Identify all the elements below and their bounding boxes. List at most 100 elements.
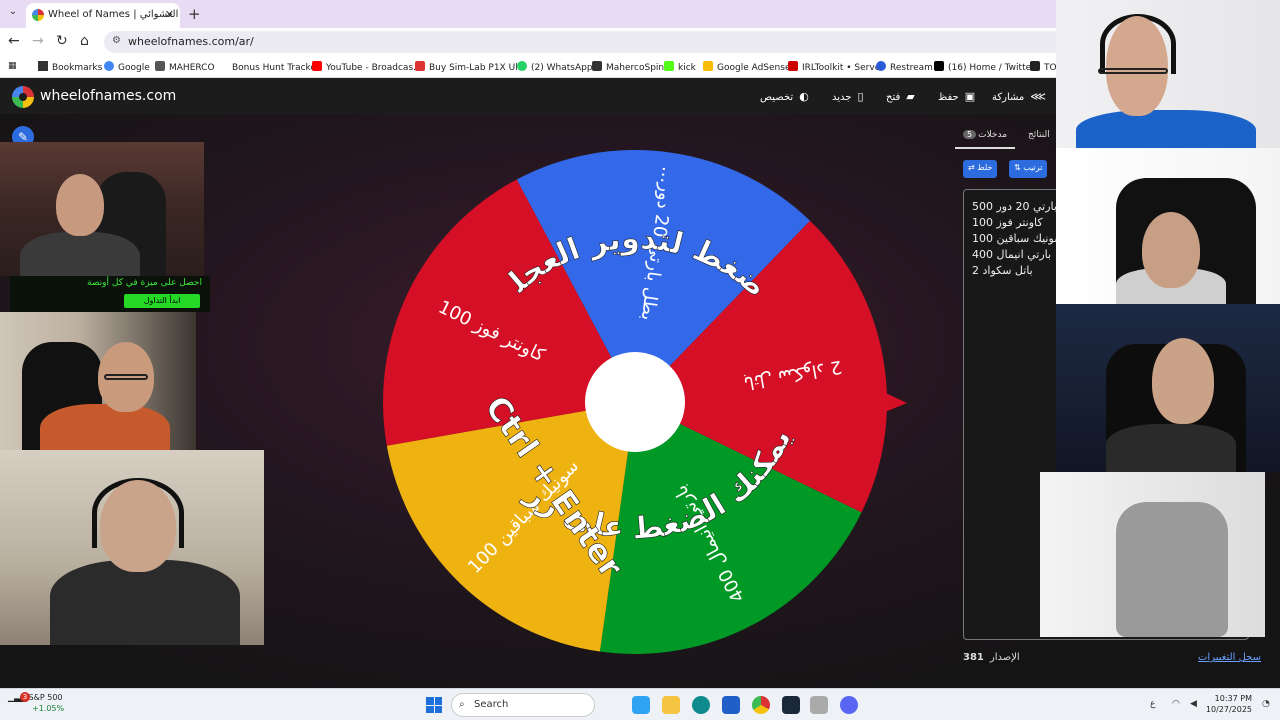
- panel-tabs: 5 مدخلات النتائج: [955, 128, 1055, 144]
- sort-button[interactable]: ⇅ ترتيب: [1009, 160, 1048, 178]
- taskbar-search[interactable]: ⌕ Search: [451, 693, 595, 717]
- tab-list-chevron-icon[interactable]: ⌄: [5, 6, 21, 22]
- person-body: [50, 560, 240, 645]
- new-button[interactable]: جديد ▯: [832, 90, 864, 103]
- whatsapp-icon: [517, 61, 527, 71]
- wheel-center-hub[interactable]: [585, 352, 685, 452]
- bookmark-item[interactable]: kick: [664, 61, 696, 73]
- webcam-feed-streamer-1: [0, 142, 204, 276]
- webcam-feed-streamer-3: [0, 450, 264, 645]
- bookmark-item[interactable]: Google AdSense: [703, 61, 791, 73]
- webcam-feed-streamer-6: [1056, 304, 1280, 472]
- share-button[interactable]: مشاركة ⋘: [992, 90, 1046, 103]
- kick-icon: [664, 61, 674, 71]
- home-icon[interactable]: ⌂: [80, 33, 89, 49]
- save-icon: ▣: [964, 90, 976, 103]
- entry-line: بارتي انيمال 400: [972, 248, 1052, 261]
- windows-start-icon[interactable]: [426, 697, 442, 713]
- open-button[interactable]: فتح ▰: [886, 90, 915, 103]
- bookmark-item[interactable]: Restream: [876, 61, 933, 73]
- tab-title: Wheel of Names | اسم العشوائي: [48, 9, 180, 20]
- shuffle-button[interactable]: ⇄ خلط: [963, 160, 998, 178]
- shop-icon: [415, 61, 425, 71]
- wheel-logo-icon[interactable]: [12, 86, 34, 108]
- calculator-app-icon[interactable]: [810, 696, 828, 714]
- new-tab-plus-icon[interactable]: +: [188, 5, 201, 23]
- webcam-feed-streamer-5: [1056, 148, 1280, 304]
- steam-app-icon[interactable]: [782, 696, 800, 714]
- google-icon: [104, 61, 114, 71]
- chrome-browser-icon[interactable]: [752, 696, 770, 714]
- system-clock[interactable]: 10:37 PM 10/27/2025: [1206, 693, 1252, 715]
- file-explorer-icon[interactable]: [662, 696, 680, 714]
- save-button[interactable]: حفظ ▣: [938, 90, 975, 103]
- person-head: [56, 174, 104, 236]
- office-chair: [1116, 502, 1228, 637]
- back-arrow-icon[interactable]: ←: [8, 33, 20, 49]
- webcam-feed-streamer-4: [1056, 0, 1280, 148]
- widgets-app-icon[interactable]: [632, 696, 650, 714]
- person-head: [100, 480, 176, 572]
- active-tab-indicator: [955, 147, 1015, 149]
- bookmark-item[interactable]: Bonus Hunt Tracker: [218, 61, 320, 73]
- ad-cta-button[interactable]: ابدأ التداول: [124, 294, 200, 308]
- edge-browser-icon[interactable]: [692, 696, 710, 714]
- bookmark-item[interactable]: YouTube - Broadcas...: [312, 61, 422, 73]
- shuffle-icon: ⇄: [968, 163, 978, 172]
- share-icon: ⋘: [1030, 90, 1046, 103]
- url-text: wheelofnames.com/ar/: [128, 35, 254, 48]
- changelog-link[interactable]: سجل التغييرات: [1198, 652, 1261, 663]
- glasses: [1098, 68, 1168, 74]
- site-name[interactable]: wheelofnames.com: [40, 88, 176, 104]
- bookmark-item[interactable]: Bookmarks: [38, 61, 102, 73]
- notifications-bell-icon[interactable]: ◔: [1262, 699, 1270, 709]
- input-language-indicator[interactable]: ع: [1150, 699, 1155, 709]
- screen: ⌄ Wheel of Names | اسم العشوائي ✕ + ← → …: [0, 0, 1280, 720]
- maherco-icon: [155, 61, 165, 71]
- apps-grid-icon[interactable]: ▦: [8, 61, 17, 71]
- wheel-pointer-arrow-icon: [875, 388, 907, 416]
- wifi-icon[interactable]: ◠: [1172, 699, 1180, 709]
- site-info-icon[interactable]: ⚙: [112, 35, 121, 46]
- customize-button[interactable]: تخصيص ◐: [760, 90, 809, 103]
- person-head: [1142, 212, 1200, 288]
- bookmark-item[interactable]: Buy Sim-Lab P1X Ul...: [415, 61, 526, 73]
- stock-widget[interactable]: ▁▃▅ S&P 500 +1.05%: [8, 693, 64, 713]
- notification-badge: 3: [20, 692, 30, 702]
- person-body: [1106, 424, 1236, 472]
- person-body: [1076, 110, 1256, 148]
- volume-icon[interactable]: ◀: [1190, 699, 1197, 709]
- irltoolkit-icon: [788, 61, 798, 71]
- bookmark-item[interactable]: MAHERCO: [155, 61, 215, 73]
- forward-arrow-icon[interactable]: →: [32, 33, 44, 49]
- version-info: 381 الإصدار: [963, 652, 1020, 663]
- tab-entries[interactable]: 5 مدخلات: [963, 130, 1007, 140]
- person-head: [1152, 338, 1214, 424]
- bookmark-item[interactable]: (2) WhatsApp: [517, 61, 593, 73]
- tod-icon: [1030, 61, 1040, 71]
- store-app-icon[interactable]: [722, 696, 740, 714]
- search-icon: ⌕: [459, 699, 465, 710]
- entries-count-badge: 5: [963, 130, 977, 139]
- close-icon[interactable]: ✕: [165, 8, 174, 21]
- person-head: [1106, 16, 1168, 116]
- webcam-feed-streamer-2: [0, 312, 196, 450]
- sponsor-ad-banner[interactable]: احصل على ميزة في كل أونصة ابدأ التداول: [10, 276, 210, 312]
- tab-results[interactable]: النتائج: [1028, 130, 1050, 140]
- maherco-spin-icon: [592, 61, 602, 71]
- spin-wheel[interactable]: ...بطل بارتي 20 دورباتل سكواد 2بارتي اني…: [370, 138, 910, 668]
- bookmark-item[interactable]: IRLToolkit • Server: [788, 61, 884, 73]
- new-file-icon: ▯: [857, 90, 864, 103]
- browser-tab-active[interactable]: Wheel of Names | اسم العشوائي ✕: [26, 3, 180, 28]
- bookmark-item[interactable]: (16) Home / Twitter: [934, 61, 1035, 73]
- youtube-icon: [312, 61, 322, 71]
- person-body: [40, 404, 170, 450]
- entry-line: كاونتر فوز 100: [972, 216, 1043, 229]
- bookmark-item[interactable]: MahercoSpin: [592, 61, 664, 73]
- glasses: [104, 374, 148, 380]
- person-body: [20, 232, 140, 276]
- bookmark-item[interactable]: Google: [104, 61, 150, 73]
- reload-icon[interactable]: ↻: [56, 33, 68, 49]
- discord-app-icon[interactable]: [840, 696, 858, 714]
- entry-line: سونيك سباقين 100: [972, 232, 1064, 245]
